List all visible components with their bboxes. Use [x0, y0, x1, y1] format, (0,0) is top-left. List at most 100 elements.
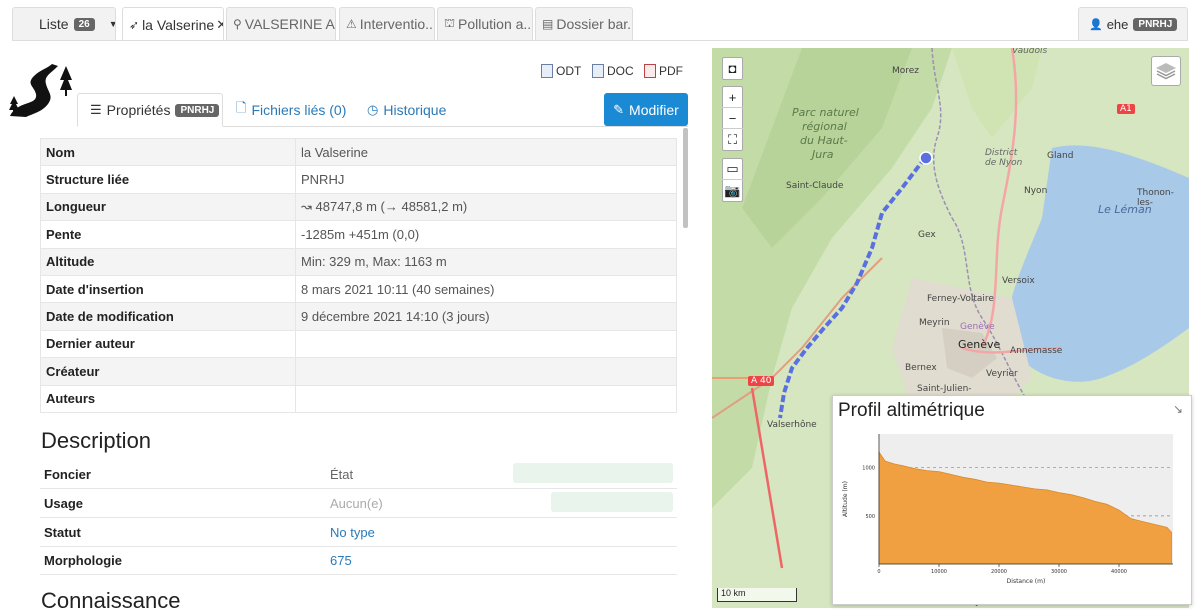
table-row: Créateur — [41, 358, 677, 385]
tab-bar-divider — [12, 40, 1188, 41]
map-label: Meyrin — [919, 318, 950, 328]
map-label: Saint-Julien- — [917, 384, 972, 394]
layers-button[interactable] — [1151, 56, 1181, 86]
description-value: État — [330, 467, 353, 482]
factory-icon: ⛫ — [444, 16, 455, 32]
search-icon: ⚲ — [233, 17, 242, 31]
properties-badge: PNRHJ — [175, 104, 219, 117]
table-row: Structure liéePNRHJ — [41, 166, 677, 193]
property-value — [296, 358, 677, 385]
scrollbar[interactable] — [683, 128, 688, 228]
table-row: Longueur↝ 48747,8 m (→ 48581,2 m) — [41, 193, 677, 220]
map-label: du Haut- — [800, 134, 848, 147]
add-button[interactable] — [513, 463, 673, 483]
tab-la-valserine[interactable]: ➶ la Valserine ✕ — [122, 7, 224, 41]
knowledge-heading: Connaissance — [41, 588, 180, 614]
export-odt-label: ODT — [556, 64, 581, 78]
table-row: AltitudeMin: 329 m, Max: 1163 m — [41, 248, 677, 275]
close-icon[interactable]: ✕ — [216, 17, 224, 33]
tab-valserine-a[interactable]: ⚲ VALSERINE A... — [226, 7, 336, 40]
user-icon: 👤 — [1089, 18, 1103, 31]
map-label: Versoix — [1002, 276, 1035, 286]
export-doc-label: DOC — [607, 64, 634, 78]
map-label: Gland — [1047, 151, 1073, 161]
user-name: ehe — [1107, 17, 1129, 32]
add-button[interactable] — [551, 492, 673, 512]
export-pdf-button[interactable]: PDF — [644, 64, 683, 78]
x-tick-label: 0 — [877, 569, 880, 575]
edit-button[interactable]: ✎ Modifier — [604, 93, 688, 126]
tab-pollution[interactable]: ⛫ Pollution a... — [437, 7, 533, 40]
list-icon: ☰ — [90, 102, 102, 118]
zoom-out-button[interactable]: − — [722, 108, 743, 129]
map-label: Valserhône — [767, 420, 817, 430]
map-label: A1 — [1117, 104, 1135, 114]
export-odt-button[interactable]: ODT — [541, 64, 581, 78]
property-key: Auteurs — [41, 385, 296, 412]
tab-label: la Valserine — [142, 17, 214, 33]
tab-dossier[interactable]: ▤ Dossier bar... — [535, 7, 633, 40]
description-key: Foncier — [40, 467, 330, 482]
collapse-icon[interactable]: ↘ — [1173, 402, 1183, 416]
list-tab[interactable]: Liste 26 ▼ — [12, 7, 116, 40]
property-key: Créateur — [41, 358, 296, 385]
description-value-link[interactable]: 675 — [330, 553, 352, 568]
tool-controls: ▭ 📷 — [722, 158, 743, 202]
tab-properties[interactable]: ☰ Propriétés PNRHJ — [77, 93, 223, 127]
tab-linked-files[interactable]: 🗋 Fichiers liés (0) — [224, 93, 358, 127]
map-label: Jura — [812, 148, 833, 161]
tab-label: VALSERINE A... — [245, 16, 336, 32]
description-value: Aucun(e) — [330, 496, 383, 511]
description-key: Morphologie — [40, 553, 330, 568]
measure-icon[interactable]: ▭ — [722, 159, 743, 180]
fullscreen-icon[interactable]: ⛶ — [722, 129, 743, 150]
property-key: Date d'insertion — [41, 275, 296, 302]
property-key: Pente — [41, 221, 296, 248]
x-tick-label: 10000 — [931, 569, 947, 575]
property-value: -1285m +451m (0,0) — [296, 221, 677, 248]
description-value-link[interactable]: No type — [330, 525, 375, 540]
select-square-icon[interactable]: ◘ — [722, 58, 743, 79]
layers-icon — [1155, 61, 1177, 81]
tab-intervention[interactable]: ⚠ Interventio... — [339, 7, 435, 40]
y-axis-label: Altitude (m) — [842, 481, 849, 517]
zoom-in-button[interactable]: + — [722, 87, 743, 108]
chevron-down-icon[interactable]: ▼ — [109, 19, 116, 29]
chevron-down-icon[interactable]: ▼ — [1185, 19, 1188, 29]
top-tab-bar: Liste 26 ▼ ➶ la Valserine ✕ ⚲ VALSERINE … — [0, 0, 1200, 46]
tab-linked-files-label: Fichiers liés (0) — [251, 102, 346, 118]
property-value: ↝ 48747,8 m (→ 48581,2 m) — [296, 193, 677, 220]
camera-icon[interactable]: 📷 — [722, 180, 743, 201]
property-value: PNRHJ — [296, 166, 677, 193]
profile-title: Profil altimétrique — [838, 400, 985, 422]
table-row: Date de modification9 décembre 2021 14:1… — [41, 303, 677, 330]
list-tab-label: Liste — [39, 16, 69, 32]
map-label: Genève — [958, 338, 1000, 351]
export-doc-button[interactable]: DOC — [592, 64, 634, 78]
tab-label: Dossier bar... — [556, 16, 633, 32]
select-control[interactable]: ◘ — [722, 57, 743, 80]
map-label: Ferney-Voltaire — [927, 294, 994, 304]
export-pdf-label: PDF — [659, 64, 683, 78]
property-key: Altitude — [41, 248, 296, 275]
property-key: Dernier auteur — [41, 330, 296, 357]
description-row: Morphologie 675 — [40, 546, 677, 575]
description-row: Statut No type — [40, 518, 677, 547]
map-label: Annemasse — [1010, 346, 1062, 356]
edit-button-label: Modifier — [629, 102, 679, 118]
map-label: régional — [802, 120, 847, 133]
x-axis-label: Distance (m) — [1007, 578, 1046, 585]
property-key: Date de modification — [41, 303, 296, 330]
tab-history[interactable]: ◷ Historique — [355, 93, 458, 127]
tab-label: Pollution a... — [458, 16, 533, 32]
map-label: Parc naturel — [792, 106, 859, 119]
user-menu[interactable]: 👤 ehe PNRHJ ▼ — [1078, 7, 1188, 40]
map-label: Nyon — [1024, 186, 1047, 196]
property-key: Longueur — [41, 193, 296, 220]
property-value — [296, 385, 677, 412]
pdf-file-icon — [644, 64, 656, 78]
property-key: Nom — [41, 139, 296, 166]
route-icon: ➶ — [129, 18, 139, 32]
table-row: Pente-1285m +451m (0,0) — [41, 221, 677, 248]
description-key: Statut — [40, 525, 330, 540]
